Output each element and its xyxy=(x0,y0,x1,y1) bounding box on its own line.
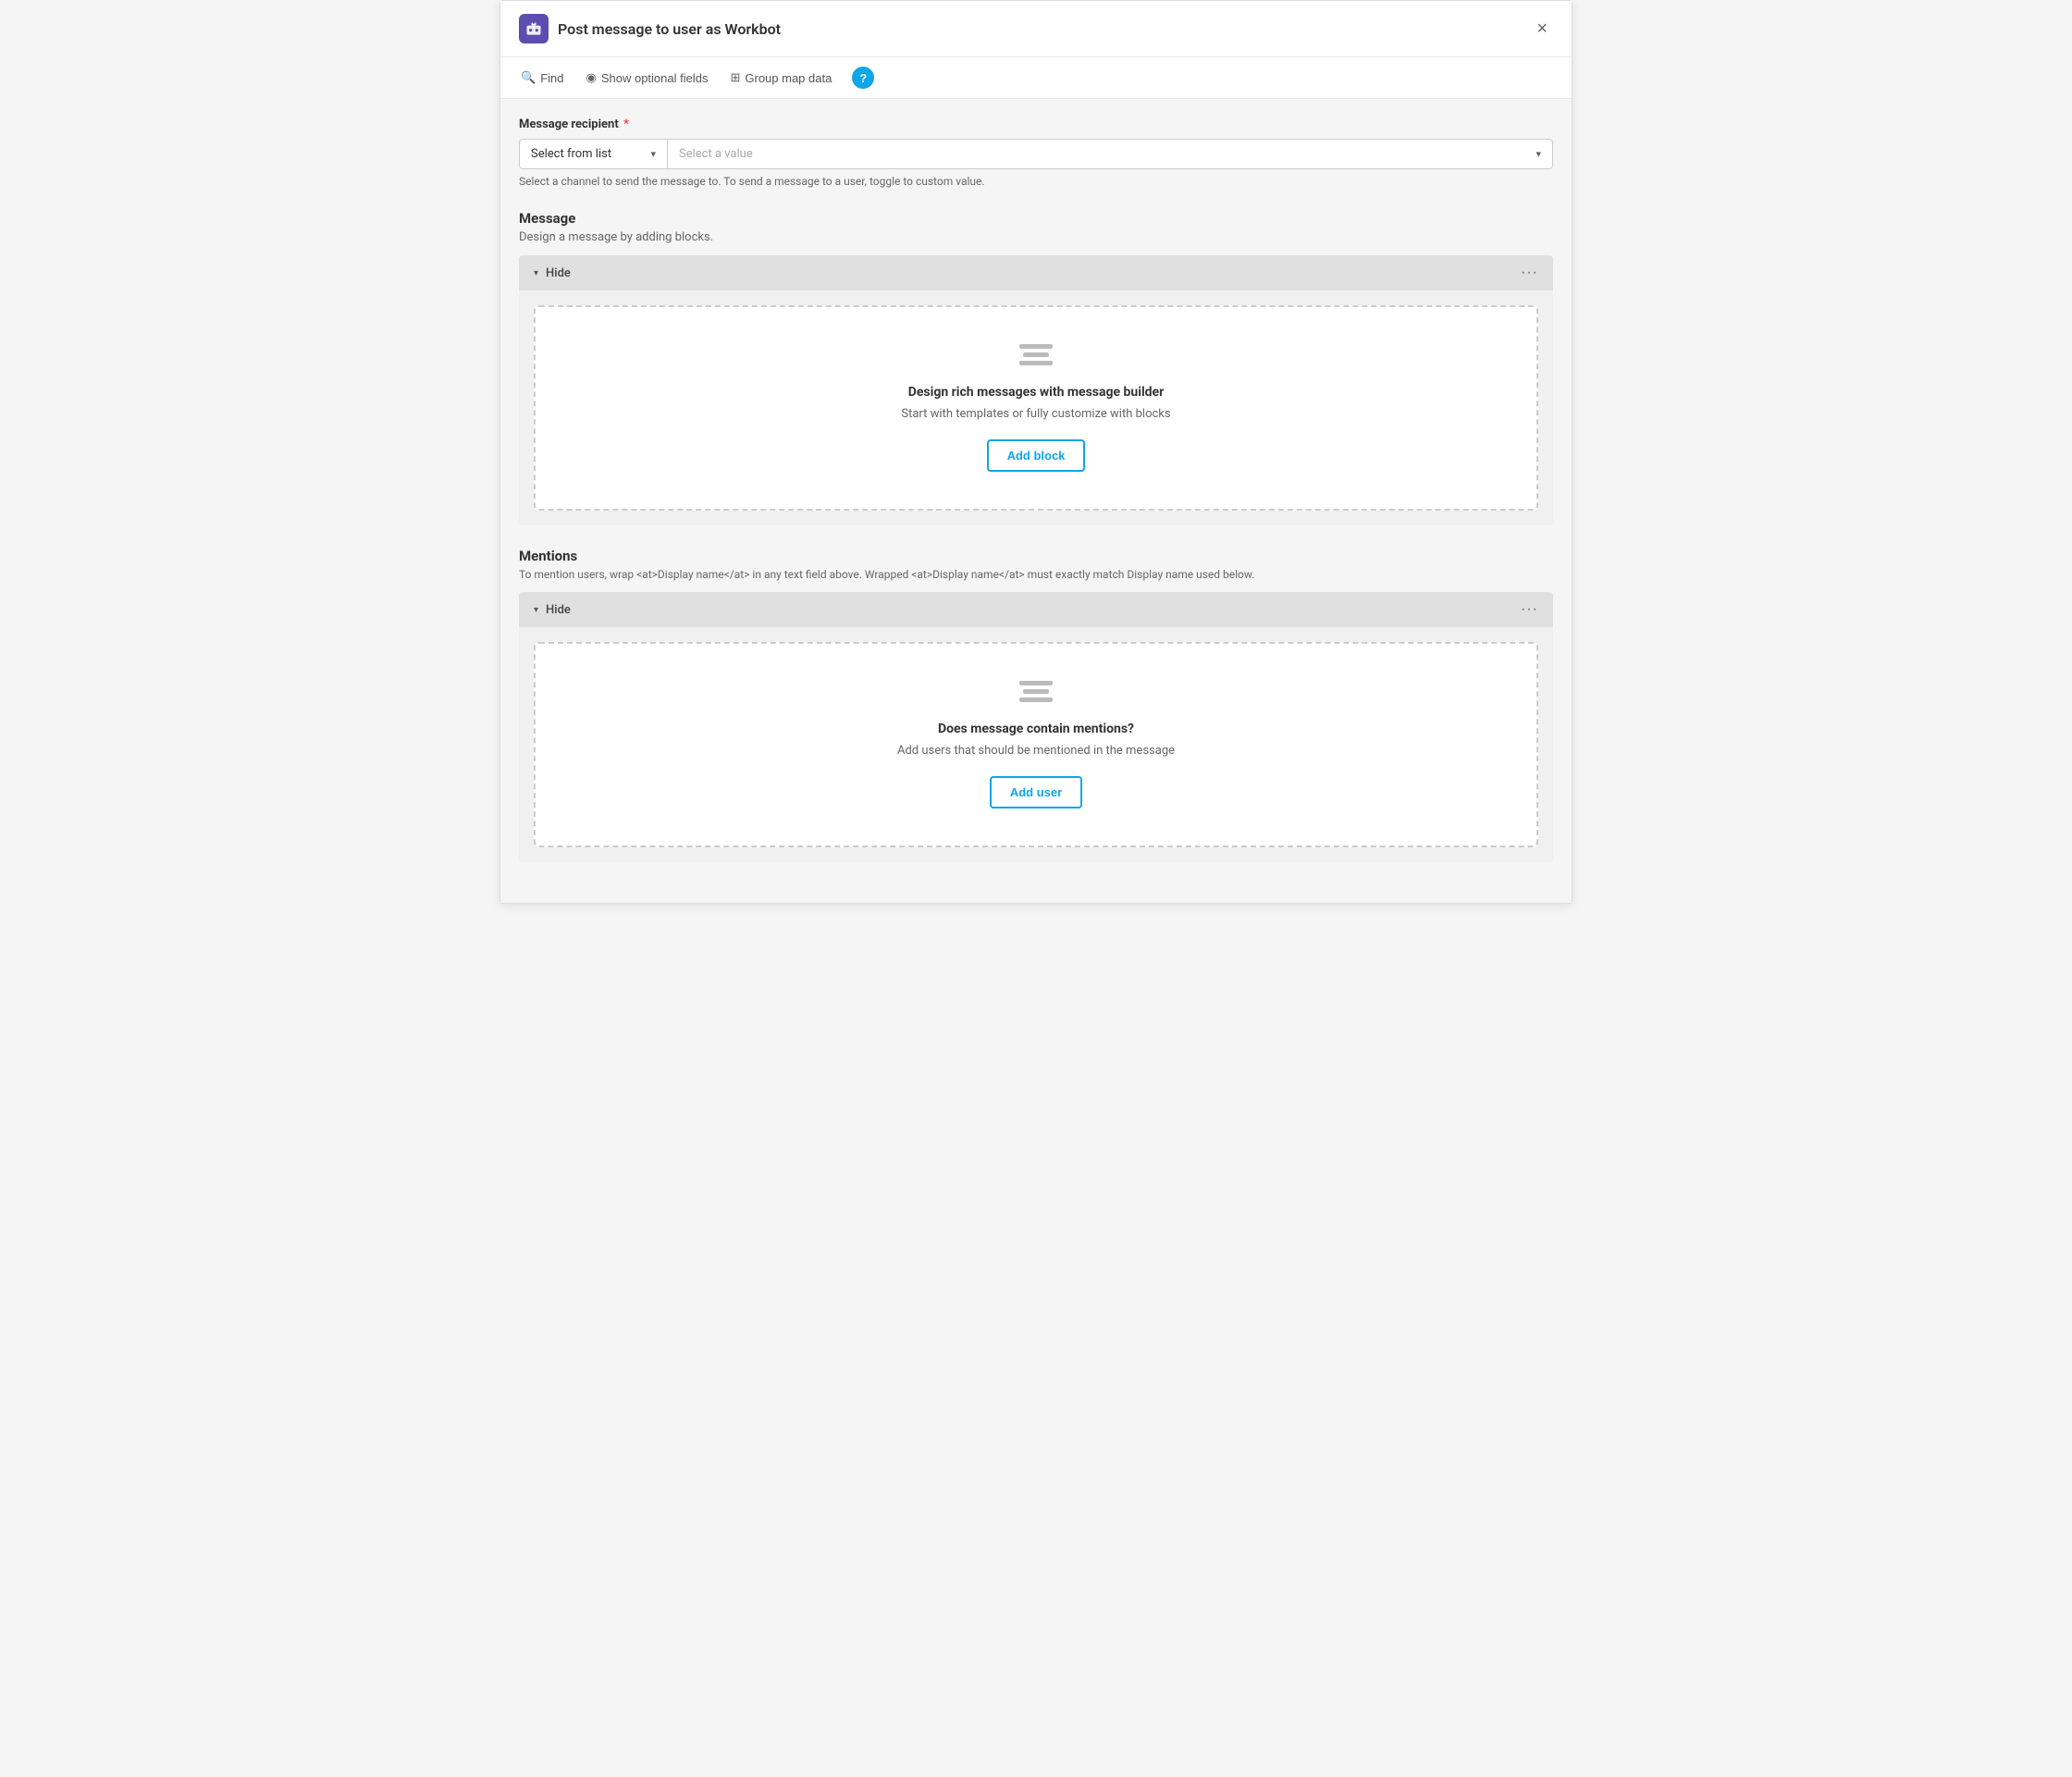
message-panel-body: Design rich messages with message builde… xyxy=(519,290,1553,525)
mentions-panel-menu-button[interactable]: ··· xyxy=(1521,601,1538,618)
show-optional-button[interactable]: ◉ Show optional fields xyxy=(584,67,709,89)
required-indicator: * xyxy=(621,117,629,131)
group-icon: ⊞ xyxy=(730,70,740,85)
mentions-builder-title: Does message contain mentions? xyxy=(938,722,1134,736)
mentions-panel-label: Hide xyxy=(546,603,571,617)
message-builder-icon xyxy=(1018,344,1054,370)
message-panel-header[interactable]: ▾ Hide ··· xyxy=(519,255,1553,290)
select-type-label: Select from list xyxy=(531,147,611,161)
message-panel-label: Hide xyxy=(546,266,571,280)
message-builder-title: Design rich messages with message builde… xyxy=(908,385,1164,400)
modal-title: Post message to user as Workbot xyxy=(558,20,781,38)
toolbar: 🔍 Find ◉ Show optional fields ⊞ Group ma… xyxy=(500,57,1572,99)
show-optional-label: Show optional fields xyxy=(601,71,709,85)
find-label: Find xyxy=(540,71,563,85)
message-title: Message xyxy=(519,210,1553,227)
select-from-list-dropdown[interactable]: Select from list ▾ xyxy=(519,139,667,169)
mentions-builder-desc: Add users that should be mentioned in th… xyxy=(897,744,1175,758)
mentions-panel-body: Does message contain mentions? Add users… xyxy=(519,627,1553,862)
modal-header: Post message to user as Workbot × xyxy=(500,1,1572,57)
group-map-button[interactable]: ⊞ Group map data xyxy=(728,67,833,89)
recipient-field-row: Select from list ▾ Select a value ▾ xyxy=(519,139,1553,169)
find-button[interactable]: 🔍 Find xyxy=(519,67,565,89)
select-value-placeholder: Select a value xyxy=(679,147,753,161)
mentions-panel-header[interactable]: ▾ Hide ··· xyxy=(519,592,1553,627)
mentions-builder-icon xyxy=(1018,681,1054,707)
message-panel: ▾ Hide ··· Design rich messages with mes… xyxy=(519,255,1553,525)
help-button[interactable]: ? xyxy=(852,67,874,89)
eye-icon: ◉ xyxy=(586,70,596,85)
chevron-down-icon-2: ▾ xyxy=(1536,148,1541,160)
mentions-builder-box: Does message contain mentions? Add users… xyxy=(534,642,1538,847)
message-recipient-section: Message recipient * Select from list ▾ S… xyxy=(519,117,1553,188)
add-user-button[interactable]: Add user xyxy=(990,776,1082,808)
message-section: Message Design a message by adding block… xyxy=(519,210,1553,525)
chevron-down-icon: ▾ xyxy=(650,148,656,160)
group-map-label: Group map data xyxy=(745,71,832,85)
message-description: Design a message by adding blocks. xyxy=(519,230,1553,244)
collapse-arrow-icon-2: ▾ xyxy=(534,605,538,615)
workbot-icon xyxy=(519,14,549,43)
mentions-title: Mentions xyxy=(519,548,1553,564)
add-block-button[interactable]: Add block xyxy=(987,439,1086,472)
collapse-arrow-icon: ▾ xyxy=(534,268,538,278)
close-button[interactable]: × xyxy=(1531,18,1553,40)
message-builder-desc: Start with templates or fully customize … xyxy=(901,407,1170,421)
find-icon: 🔍 xyxy=(521,70,536,85)
message-panel-menu-button[interactable]: ··· xyxy=(1521,265,1538,281)
message-recipient-label: Message recipient * xyxy=(519,117,1553,131)
mentions-hint: To mention users, wrap <at>Display name<… xyxy=(519,568,1553,581)
mentions-section: Mentions To mention users, wrap <at>Disp… xyxy=(519,548,1553,862)
select-value-dropdown[interactable]: Select a value ▾ xyxy=(667,139,1553,169)
recipient-hint: Select a channel to send the message to.… xyxy=(519,175,1553,188)
message-builder-box: Design rich messages with message builde… xyxy=(534,305,1538,511)
mentions-panel: ▾ Hide ··· Does message contain mentions… xyxy=(519,592,1553,862)
